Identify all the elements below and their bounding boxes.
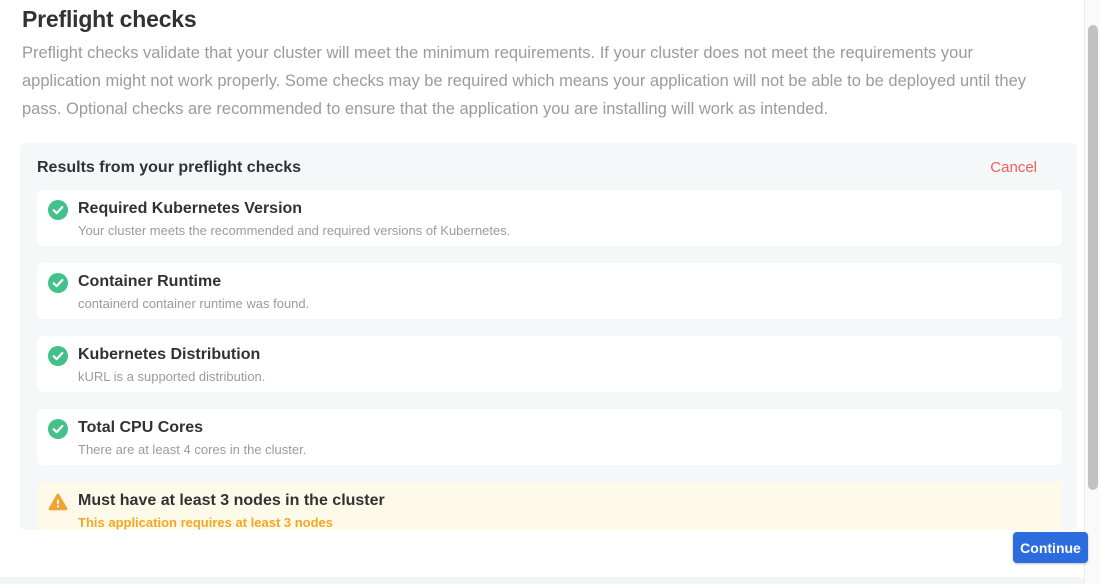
warning-triangle-icon: [48, 492, 68, 512]
vertical-scrollbar[interactable]: [1084, 0, 1100, 584]
panel-header: Results from your preflight checks Cance…: [20, 159, 1077, 177]
preflight-check-row: Kubernetes Distribution kURL is a suppor…: [37, 336, 1062, 392]
main-content: Preflight checks Preflight checks valida…: [0, 0, 1084, 584]
preflight-check-row: Container Runtime containerd container r…: [37, 263, 1062, 319]
check-title: Required Kubernetes Version: [78, 199, 510, 218]
panel-title: Results from your preflight checks: [37, 159, 301, 177]
check-circle-icon: [48, 419, 68, 439]
scrollbar-thumb[interactable]: [1088, 25, 1098, 490]
check-circle-icon: [48, 273, 68, 293]
cancel-link[interactable]: Cancel: [990, 159, 1037, 176]
check-message: kURL is a supported distribution.: [78, 370, 265, 384]
check-circle-icon: [48, 346, 68, 366]
check-message: This application requires at least 3 nod…: [78, 516, 385, 530]
preflight-check-row: Required Kubernetes Version Your cluster…: [37, 190, 1062, 246]
check-message: Your cluster meets the recommended and r…: [78, 224, 510, 238]
preflight-check-row: Must have at least 3 nodes in the cluste…: [37, 482, 1062, 530]
check-title: Container Runtime: [78, 272, 309, 291]
bottom-strip: [0, 577, 1084, 584]
preflight-results-panel: Results from your preflight checks Cance…: [20, 143, 1077, 530]
page-description: Preflight checks validate that your clus…: [22, 39, 1036, 123]
check-circle-icon: [48, 200, 68, 220]
check-message: containerd container runtime was found.: [78, 297, 309, 311]
preflight-results-list: Required Kubernetes Version Your cluster…: [37, 190, 1062, 530]
check-title: Total CPU Cores: [78, 418, 306, 437]
continue-button[interactable]: Continue: [1013, 532, 1088, 563]
page-title: Preflight checks: [22, 6, 196, 33]
check-title: Kubernetes Distribution: [78, 345, 265, 364]
check-message: There are at least 4 cores in the cluste…: [78, 443, 306, 457]
check-title: Must have at least 3 nodes in the cluste…: [78, 491, 385, 510]
preflight-check-row: Total CPU Cores There are at least 4 cor…: [37, 409, 1062, 465]
